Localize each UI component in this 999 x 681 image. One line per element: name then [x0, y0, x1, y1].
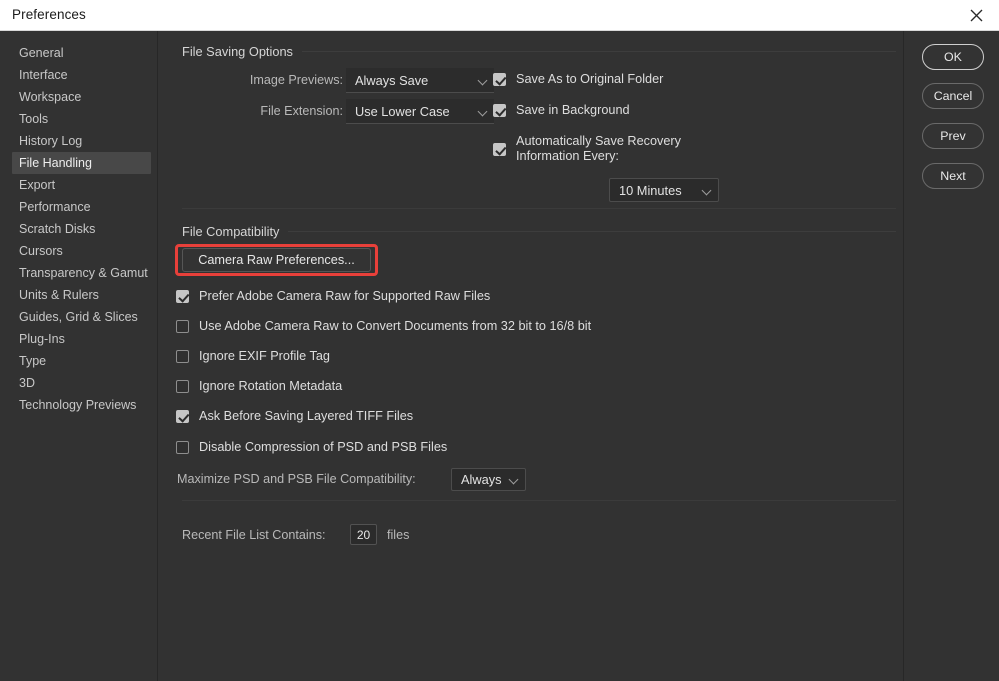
section-file-compatibility-label: File Compatibility: [182, 223, 280, 239]
section-file-saving-options: File Saving Options: [182, 43, 896, 59]
prev-button[interactable]: Prev: [922, 123, 984, 149]
checkbox-disable-compression-psd-psb[interactable]: Disable Compression of PSD and PSB Files: [176, 440, 447, 455]
divider: [182, 500, 896, 501]
preferences-dialog: Preferences General Interface Workspace …: [0, 0, 999, 681]
section-rule: [301, 50, 896, 52]
checkbox-icon-checked: [493, 104, 506, 117]
checkbox-icon-checked: [493, 73, 506, 86]
sidebar-item-history-log[interactable]: History Log: [12, 130, 151, 152]
checkbox-icon-unchecked: [176, 320, 189, 333]
checkbox-label: Prefer Adobe Camera Raw for Supported Ra…: [199, 289, 491, 303]
sidebar-item-3d[interactable]: 3D: [12, 372, 151, 394]
sidebar-item-file-handling[interactable]: File Handling: [12, 152, 151, 174]
chevron-down-icon: [479, 76, 488, 85]
checkbox-label: Ignore Rotation Metadata: [199, 379, 343, 393]
close-button[interactable]: [953, 0, 999, 31]
checkbox-ignore-exif-profile-tag[interactable]: Ignore EXIF Profile Tag: [176, 349, 330, 364]
checkbox-auto-save-recovery[interactable]: Automatically Save Recovery Information …: [493, 134, 681, 164]
chevron-down-icon: [703, 186, 712, 195]
title-bar: Preferences: [0, 0, 999, 31]
sidebar-item-plug-ins[interactable]: Plug-Ins: [12, 328, 151, 350]
recent-file-list-label: Recent File List Contains:: [182, 528, 326, 542]
next-button[interactable]: Next: [922, 163, 984, 189]
checkbox-label: Disable Compression of PSD and PSB Files: [199, 440, 448, 454]
sidebar-item-transparency-gamut[interactable]: Transparency & Gamut: [12, 262, 151, 284]
camera-raw-preferences-button[interactable]: Camera Raw Preferences...: [182, 248, 371, 272]
sidebar-item-workspace[interactable]: Workspace: [12, 86, 151, 108]
dialog-actions: OK Cancel Prev Next: [903, 31, 999, 681]
file-extension-dropdown[interactable]: Use Lower Case: [346, 99, 494, 124]
checkbox-icon-checked: [176, 410, 189, 423]
image-previews-dropdown[interactable]: Always Save: [346, 68, 494, 93]
image-previews-value: Always Save: [355, 72, 429, 88]
sidebar-item-type[interactable]: Type: [12, 350, 151, 372]
sidebar-item-scratch-disks[interactable]: Scratch Disks: [12, 218, 151, 240]
section-file-saving-options-label: File Saving Options: [182, 43, 293, 59]
checkbox-label: Automatically Save Recovery Information …: [516, 134, 682, 163]
file-extension-value: Use Lower Case: [355, 103, 450, 119]
checkbox-save-as-original-folder[interactable]: Save As to Original Folder: [493, 72, 663, 87]
checkbox-label: Save in Background: [516, 103, 630, 117]
chevron-down-icon: [479, 107, 488, 116]
maximize-compatibility-value: Always: [461, 472, 502, 487]
checkbox-label: Save As to Original Folder: [516, 72, 664, 86]
sidebar-item-interface[interactable]: Interface: [12, 64, 151, 86]
recovery-interval-dropdown[interactable]: 10 Minutes: [609, 178, 719, 202]
checkbox-label: Ignore EXIF Profile Tag: [199, 349, 330, 363]
recovery-interval-value: 10 Minutes: [619, 182, 682, 198]
checkbox-icon-unchecked: [176, 380, 189, 393]
checkbox-icon-unchecked: [176, 350, 189, 363]
sidebar-item-export[interactable]: Export: [12, 174, 151, 196]
section-file-compatibility: File Compatibility: [182, 223, 896, 239]
section-rule: [288, 230, 896, 232]
checkbox-label: Use Adobe Camera Raw to Convert Document…: [199, 319, 592, 333]
divider: [182, 208, 896, 209]
checkbox-icon-checked: [493, 143, 506, 156]
checkbox-use-acr-convert-32bit[interactable]: Use Adobe Camera Raw to Convert Document…: [176, 319, 591, 334]
checkbox-ask-before-saving-layered-tiff[interactable]: Ask Before Saving Layered TIFF Files: [176, 409, 413, 424]
file-handling-panel: File Saving Options Image Previews: Alwa…: [158, 31, 903, 681]
window-title: Preferences: [12, 7, 86, 22]
sidebar-item-performance[interactable]: Performance: [12, 196, 151, 218]
checkbox-icon-checked: [176, 290, 189, 303]
checkbox-prefer-adobe-camera-raw[interactable]: Prefer Adobe Camera Raw for Supported Ra…: [176, 289, 490, 304]
recent-file-suffix-label: files: [387, 528, 410, 542]
chevron-down-icon: [510, 475, 519, 484]
sidebar-item-technology-previews[interactable]: Technology Previews: [12, 394, 151, 416]
maximize-compatibility-dropdown[interactable]: Always: [451, 468, 526, 491]
recent-file-count-input[interactable]: 20: [350, 524, 377, 545]
sidebar-item-cursors[interactable]: Cursors: [12, 240, 151, 262]
sidebar-item-guides-grid-slices[interactable]: Guides, Grid & Slices: [12, 306, 151, 328]
image-previews-label: Image Previews:: [249, 73, 343, 87]
file-extension-label: File Extension:: [260, 104, 343, 118]
ok-button[interactable]: OK: [922, 44, 984, 70]
sidebar-item-general[interactable]: General: [12, 42, 151, 64]
checkbox-icon-unchecked: [176, 441, 189, 454]
dialog-body: General Interface Workspace Tools Histor…: [0, 31, 999, 681]
preferences-category-list: General Interface Workspace Tools Histor…: [0, 31, 158, 681]
cancel-button[interactable]: Cancel: [922, 83, 984, 109]
checkbox-save-in-background[interactable]: Save in Background: [493, 103, 630, 118]
sidebar-item-units-rulers[interactable]: Units & Rulers: [12, 284, 151, 306]
checkbox-ignore-rotation-metadata[interactable]: Ignore Rotation Metadata: [176, 379, 342, 394]
sidebar-item-tools[interactable]: Tools: [12, 108, 151, 130]
checkbox-label: Ask Before Saving Layered TIFF Files: [199, 409, 414, 423]
maximize-compatibility-label: Maximize PSD and PSB File Compatibility:: [177, 472, 416, 486]
close-icon: [970, 9, 982, 22]
